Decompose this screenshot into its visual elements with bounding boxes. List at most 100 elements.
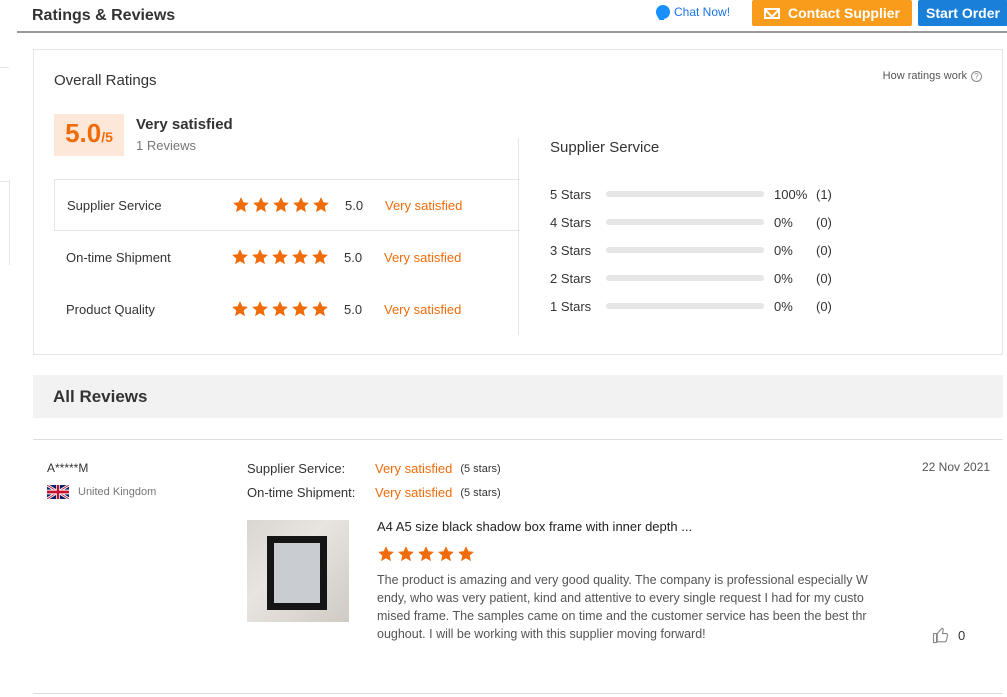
star-icon: [271, 300, 289, 318]
distribution-label: 3 Stars: [550, 242, 592, 258]
reviewer-country: United Kingdom: [47, 485, 156, 499]
distribution-label: 2 Stars: [550, 270, 592, 286]
star-icon: [251, 300, 269, 318]
distribution-bar: [606, 275, 764, 281]
reviewer-name: A*****M: [47, 461, 89, 475]
like-count: 0: [958, 627, 966, 643]
overall-satisfaction: Very satisfied: [136, 116, 233, 133]
category-stars: [231, 248, 329, 266]
contact-supplier-label: Contact Supplier: [787, 5, 900, 21]
star-icon: [457, 545, 475, 563]
star-icon: [252, 196, 270, 214]
how-ratings-work-link[interactable]: How ratings work ?: [883, 70, 982, 82]
review-stars: [377, 545, 475, 563]
star-icon: [311, 248, 329, 266]
header-bar: Ratings & Reviews Chat Now! Contact Supp…: [17, 0, 1007, 33]
distribution-count: (0): [816, 214, 832, 230]
distribution-row: 5 Stars 100% (1): [550, 186, 832, 202]
contact-supplier-button[interactable]: Contact Supplier: [752, 0, 912, 26]
chat-now-link[interactable]: Chat Now!: [656, 5, 730, 19]
all-reviews-title: All Reviews: [53, 387, 148, 406]
review-count: 1 Reviews: [136, 138, 196, 153]
edge-divider: [0, 67, 9, 68]
distribution-count: (0): [816, 270, 832, 286]
meta-stars: (5 stars): [460, 486, 501, 499]
star-icon: [377, 545, 395, 563]
star-icon: [437, 545, 455, 563]
distribution-label: 5 Stars: [550, 186, 592, 202]
distribution-row: 2 Stars 0% (0): [550, 270, 832, 286]
start-order-button[interactable]: Start Order: [918, 0, 1007, 26]
left-edge-decoration: [0, 0, 10, 697]
star-icon: [397, 545, 415, 563]
category-row-product-quality[interactable]: Product Quality 5.0 Very satisfied: [54, 283, 520, 335]
overall-score-max: /5: [101, 129, 113, 145]
frame-inner: [274, 543, 320, 603]
category-satisfaction: Very satisfied: [384, 301, 462, 317]
category-row-supplier-service[interactable]: Supplier Service 5.0 Very satisfied: [54, 179, 520, 231]
meta-label: On-time Shipment:: [247, 485, 356, 500]
category-satisfaction: Very satisfied: [384, 249, 462, 265]
category-stars: [231, 300, 329, 318]
product-image[interactable]: [247, 520, 349, 622]
mail-icon: [763, 7, 780, 19]
reviewer-country-label: United Kingdom: [78, 486, 157, 498]
category-label: On-time Shipment: [66, 249, 171, 265]
distribution-label: 4 Stars: [550, 214, 592, 230]
star-icon: [417, 545, 435, 563]
distribution-count: (1): [816, 186, 832, 202]
distribution-percent: 0%: [774, 298, 793, 314]
meta-label: Supplier Service:: [247, 461, 346, 476]
category-score: 5.0: [345, 197, 364, 213]
star-icon: [231, 300, 249, 318]
star-icon: [291, 300, 309, 318]
distribution-count: (0): [816, 298, 832, 314]
distribution-row: 3 Stars 0% (0): [550, 242, 832, 258]
star-icon: [312, 196, 330, 214]
chat-icon: [656, 5, 670, 19]
how-ratings-work-label: How ratings work: [882, 70, 967, 82]
category-stars: [232, 196, 330, 214]
star-icon: [251, 248, 269, 266]
like-button[interactable]: 0: [932, 626, 965, 644]
frame-picture: [267, 536, 327, 610]
star-icon: [311, 300, 329, 318]
star-icon: [292, 196, 310, 214]
product-title-link[interactable]: A4 A5 size black shadow box frame with i…: [377, 519, 692, 534]
category-score: 5.0: [344, 249, 363, 265]
edge-divider: [9, 180, 10, 265]
distribution-percent: 0%: [774, 242, 793, 258]
thumbs-up-icon: [932, 626, 950, 644]
overall-score-badge: 5.0 /5: [54, 114, 124, 156]
overall-ratings-title: Overall Ratings: [54, 72, 157, 89]
overall-ratings-panel: Overall Ratings How ratings work ? 5.0 /…: [33, 49, 1003, 355]
star-icon: [231, 248, 249, 266]
overall-score: 5.0: [65, 118, 102, 148]
category-row-on-time-shipment[interactable]: On-time Shipment 5.0 Very satisfied: [54, 231, 520, 283]
edge-divider: [0, 181, 9, 182]
star-icon: [232, 196, 250, 214]
review-date: 22 Nov 2021: [922, 460, 991, 474]
review-supplier-service: Supplier Service: Very satisfied (5 star…: [247, 461, 501, 476]
distribution-percent: 0%: [774, 270, 793, 286]
distribution-title: Supplier Service: [550, 139, 660, 156]
meta-stars: (5 stars): [460, 462, 501, 475]
meta-value: Very satisfied: [375, 485, 453, 500]
distribution-bar: [606, 247, 764, 253]
page-title: Ratings & Reviews: [32, 7, 176, 24]
distribution-bar: [606, 191, 764, 197]
meta-value: Very satisfied: [375, 461, 453, 476]
divider: [33, 693, 1003, 694]
star-icon: [271, 248, 289, 266]
category-label: Product Quality: [66, 301, 155, 317]
category-satisfaction: Very satisfied: [385, 197, 463, 213]
star-icon: [291, 248, 309, 266]
panel-divider: [518, 138, 519, 335]
distribution-row: 1 Stars 0% (0): [550, 298, 832, 314]
category-label: Supplier Service: [67, 197, 162, 213]
uk-flag-icon: [47, 485, 69, 499]
divider: [33, 439, 1003, 440]
review-text: The product is amazing and very good qua…: [377, 573, 868, 641]
distribution-percent: 100%: [774, 186, 808, 202]
category-score: 5.0: [344, 301, 363, 317]
